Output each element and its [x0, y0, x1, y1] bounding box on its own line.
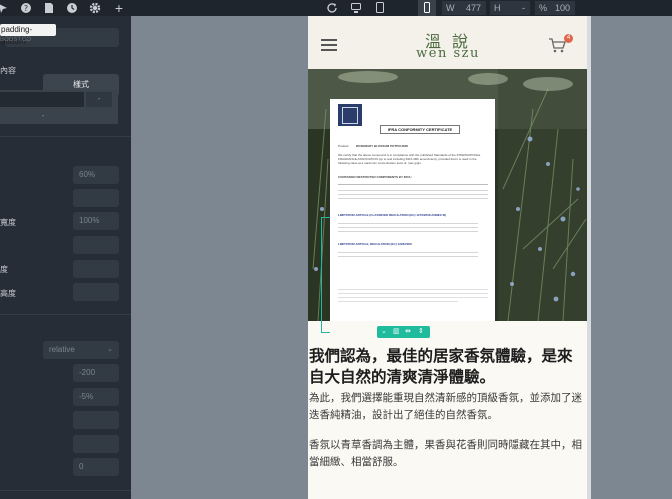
certificate-footer-line: [338, 293, 488, 294]
selection-outline: [321, 217, 330, 333]
pointer-icon[interactable]: [0, 2, 10, 14]
offset-input-4[interactable]: [73, 435, 119, 453]
offset-input-1[interactable]: -200: [73, 364, 119, 382]
refresh-icon[interactable]: [326, 2, 338, 14]
move-vertical-icon[interactable]: ⇕: [418, 326, 424, 338]
zoom-value: 100: [554, 3, 570, 13]
chevron-down-icon[interactable]: ⌄: [381, 326, 387, 338]
certificate-product: ROSEMARY BLOSSOM POTPOURRI: [356, 144, 408, 148]
paragraph-2: 香氛以青草香調為主體，果香與花香則同時隱藏在其中，相當細緻、相當舒服。: [309, 439, 582, 468]
certificate-table-line: [338, 184, 488, 185]
style-panel: 內容 樣式 - - 60% 寬度 100% 度 高度 relative ⌄ -2…: [0, 16, 131, 499]
columns-icon[interactable]: ▥: [393, 326, 400, 338]
certificate-table-line: [338, 252, 478, 253]
height-label: H: [494, 3, 501, 13]
add-icon[interactable]: +: [113, 1, 125, 15]
section-divider: [0, 314, 131, 315]
desktop-icon[interactable]: [350, 2, 362, 14]
certificate-table-line: [338, 198, 488, 199]
certificate-footer-line: [338, 297, 488, 298]
height-field[interactable]: H -: [490, 1, 530, 15]
certificate-table-line: [338, 231, 478, 232]
certificate-components-title: CONTAINED RESTRICTED COMPONENTS BY IFRA:: [338, 175, 412, 179]
certificate-footer-line: [338, 289, 488, 290]
preview-edge: [587, 16, 591, 499]
offset-input-3[interactable]: [73, 411, 119, 429]
zoom-label: %: [539, 3, 548, 13]
certificate-table-line: [338, 223, 478, 224]
certificate-footer-line: [338, 301, 458, 302]
zoom-field[interactable]: % 100: [535, 1, 575, 15]
certificate-table-line: [338, 190, 488, 191]
certificate-section-2: LIMITATION ARTICLE, REGULATION (EC) 1223…: [338, 242, 412, 246]
tablet-icon[interactable]: [374, 2, 386, 14]
cart-count-badge: 4: [564, 34, 573, 43]
certificate-table-line: [338, 194, 488, 195]
certificate-title: IFRA CONFORMITY CERTIFICATE: [380, 125, 460, 134]
logo-english[interactable]: wen szu: [308, 46, 588, 61]
value-input-4[interactable]: [73, 260, 119, 278]
chevron-down-icon: ⌄: [107, 346, 113, 353]
paragraph-1: 為此，我們選擇能重現自然清新感的頂級香氛，並添加了迷迭香純精油，設計出了絕佳的自…: [309, 392, 582, 421]
box-model-editor[interactable]: - -: [0, 90, 118, 124]
label-4: 度: [0, 265, 8, 274]
history-icon[interactable]: [66, 2, 78, 14]
gear-icon[interactable]: [89, 2, 101, 14]
value-input-1[interactable]: 60%: [73, 166, 119, 184]
height-value: -: [522, 3, 525, 13]
help-icon[interactable]: ?: [20, 2, 32, 14]
section-divider: [0, 136, 131, 137]
certificate-intro: We certify that the above compound is in…: [338, 153, 481, 165]
element-toolbar[interactable]: ⌄ ▥ ⇹ ⇕: [377, 326, 430, 338]
move-horizontal-icon[interactable]: ⇹: [405, 326, 411, 338]
offset-input-2[interactable]: -5%: [73, 388, 119, 406]
certificate-table-line: [338, 256, 478, 257]
certificate-logo: [338, 104, 362, 126]
hero-image: IFRA CONFORMITY CERTIFICATE Product: ROS…: [308, 69, 588, 321]
certificate-table-line: [338, 227, 478, 228]
certificate-section-1: LIMITATION ARTICLE (CLASSIFIED REGULATIO…: [338, 213, 447, 217]
section-heading: 我們認為，最佳的居家香氛體驗，是來自大自然的清爽清淨體驗。: [309, 348, 573, 386]
page-preview: 溫 說 wen szu 4 IFRA CONFORMITY CERTIFICAT…: [308, 16, 588, 499]
svg-text:?: ?: [24, 4, 28, 13]
content-section: 我們認為，最佳的居家香氛體驗，是來自大自然的清爽清淨體驗。 為此，我們選擇能重現…: [308, 321, 588, 499]
mobile-icon[interactable]: [421, 2, 433, 14]
certificate-product-label: Product:: [338, 144, 350, 148]
height-input[interactable]: [73, 283, 119, 301]
content-tab-label[interactable]: 內容: [0, 65, 16, 76]
position-select[interactable]: relative ⌄: [43, 341, 119, 359]
certificate-document: IFRA CONFORMITY CERTIFICATE Product: ROS…: [330, 99, 495, 321]
height-label: 高度: [0, 289, 16, 298]
section-divider: [0, 490, 131, 491]
width-input[interactable]: 100%: [73, 212, 119, 230]
z-index-input[interactable]: 0: [73, 458, 119, 476]
tooltip-subtext: BOOST.CO: [0, 37, 32, 43]
position-select-value: relative: [49, 345, 75, 354]
value-input-3[interactable]: [73, 236, 119, 254]
top-toolbar: ? + W 477 H - % 100: [0, 0, 672, 16]
value-input-2[interactable]: [73, 189, 119, 207]
tooltip: padding-bottom: [0, 24, 56, 46]
document-icon[interactable]: [43, 2, 55, 14]
width-label: 寬度: [0, 218, 16, 227]
width-label: W: [446, 3, 455, 13]
width-field[interactable]: W 477: [442, 1, 486, 15]
width-value: 477: [465, 3, 481, 13]
cart-icon[interactable]: [548, 38, 566, 53]
site-header: 溫 說 wen szu 4: [308, 16, 588, 69]
